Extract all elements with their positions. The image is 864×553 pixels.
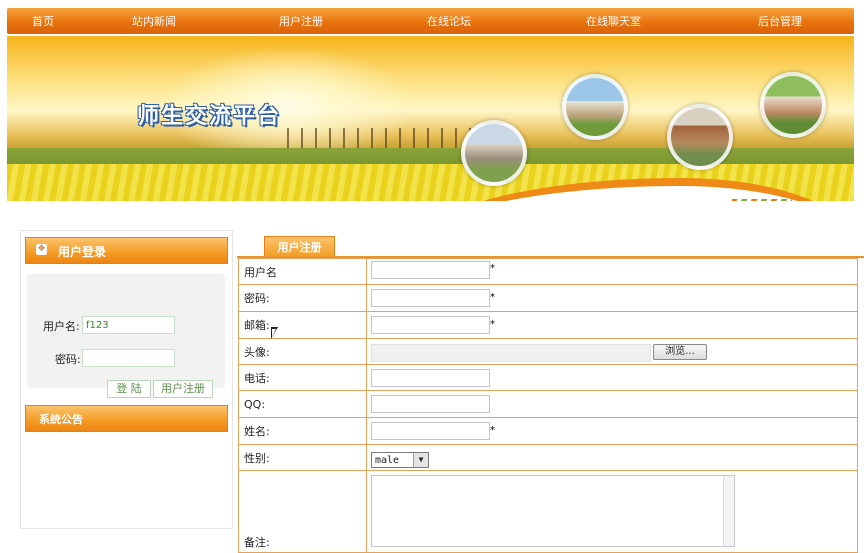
nav-home[interactable]: 首页 bbox=[32, 13, 54, 29]
textarea-scrollbar[interactable] bbox=[723, 476, 734, 546]
nav-news[interactable]: 站内新闻 bbox=[132, 13, 176, 29]
avatar-label: 头像: bbox=[238, 338, 367, 365]
username-label: 用户名 bbox=[238, 258, 367, 285]
left-sidebar: ❖ 用户登录 用户名: f123 密码: 登 陆 用户注册 系统公告 bbox=[20, 230, 233, 529]
browse-button[interactable]: 浏览... bbox=[653, 344, 707, 360]
email-label: 邮箱: bbox=[238, 311, 367, 339]
banner-photo-villa bbox=[760, 72, 826, 138]
phone-input[interactable] bbox=[371, 369, 490, 387]
password-required-mark: * bbox=[490, 292, 495, 303]
email-required-mark: * bbox=[490, 319, 495, 330]
login-form: 用户名: f123 密码: 登 陆 用户注册 bbox=[27, 274, 225, 398]
banner-photo-house bbox=[562, 74, 628, 140]
login-panel-header: ❖ 用户登录 bbox=[25, 237, 228, 264]
notice-panel-title: 系统公告 bbox=[39, 413, 83, 426]
qq-label: QQ: bbox=[238, 390, 367, 418]
nav-chatroom[interactable]: 在线聊天室 bbox=[586, 13, 641, 29]
phone-label: 电话: bbox=[238, 364, 367, 391]
login-button[interactable]: 登 陆 bbox=[107, 380, 151, 398]
banner-photo-village bbox=[461, 120, 527, 186]
notice-panel-header: 系统公告 bbox=[25, 405, 228, 432]
login-username-label: 用户名: bbox=[43, 320, 80, 333]
login-password-label: 密码: bbox=[55, 353, 81, 366]
login-password-input[interactable] bbox=[82, 349, 175, 367]
gender-select[interactable]: male ▼ bbox=[371, 452, 429, 468]
password-label: 密码: bbox=[238, 284, 367, 312]
email-input[interactable] bbox=[371, 316, 490, 334]
remark-label: 备注: bbox=[238, 470, 367, 553]
register-button[interactable]: 用户注册 bbox=[153, 380, 213, 398]
name-input[interactable] bbox=[371, 422, 490, 440]
avatar-file-input[interactable] bbox=[371, 344, 651, 362]
header-banner: 师生交流平台 bbox=[7, 36, 854, 201]
name-label: 姓名: bbox=[238, 417, 367, 445]
name-required-mark: * bbox=[490, 425, 495, 436]
nav-forum[interactable]: 在线论坛 bbox=[427, 13, 471, 29]
tab-register[interactable]: 用户注册 bbox=[264, 236, 335, 258]
username-input[interactable] bbox=[371, 261, 490, 279]
nav-register[interactable]: 用户注册 bbox=[279, 13, 323, 29]
banner-stripes bbox=[732, 199, 792, 201]
qq-input[interactable] bbox=[371, 395, 490, 413]
top-nav: 首页 站内新闻 用户注册 在线论坛 在线聊天室 后台管理 bbox=[7, 8, 854, 34]
gender-selected-value: male bbox=[375, 455, 400, 466]
gender-label: 性别: bbox=[238, 444, 367, 471]
password-input[interactable] bbox=[371, 289, 490, 307]
nav-admin[interactable]: 后台管理 bbox=[758, 13, 802, 29]
login-username-input[interactable]: f123 bbox=[82, 316, 175, 334]
remark-textarea[interactable] bbox=[371, 475, 735, 547]
banner-photo-building bbox=[667, 104, 733, 170]
site-title: 师生交流平台 bbox=[137, 104, 282, 129]
registration-table: 用户名 * 密码: * 邮箱: * 头像: 浏览... 电话: QQ: 姓名: … bbox=[238, 258, 858, 553]
login-panel-title: 用户登录 bbox=[58, 245, 107, 259]
login-header-icon: ❖ bbox=[36, 244, 47, 255]
dropdown-arrow-icon[interactable]: ▼ bbox=[413, 453, 428, 467]
username-required-mark: * bbox=[490, 263, 495, 274]
mouse-cursor-icon bbox=[271, 327, 278, 339]
